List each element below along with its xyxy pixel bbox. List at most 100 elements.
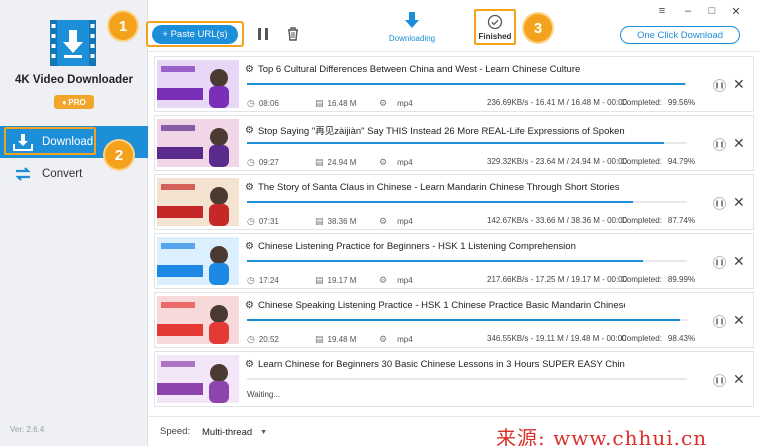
close-icon[interactable]: ✕ bbox=[733, 194, 745, 211]
close-icon[interactable]: ✕ bbox=[733, 371, 745, 388]
download-list: ⚙ Top 6 Cultural Differences Between Chi… bbox=[148, 52, 760, 416]
file-size-value: 38.36 M bbox=[327, 217, 357, 226]
diamond-icon: ♦ bbox=[62, 97, 67, 107]
download-speed: 217.66KB/s - 17.25 M / 19.17 M - 00:00 bbox=[487, 275, 628, 284]
completed-value: 94.79% bbox=[667, 157, 696, 166]
film-reel-icon: ⚙ bbox=[245, 64, 254, 75]
minimize-icon[interactable]: – bbox=[680, 3, 696, 19]
download-speed: 142.67KB/s - 33.66 M / 38.36 M - 00:00 bbox=[487, 216, 628, 225]
duration-value: 08:06 bbox=[258, 99, 279, 108]
sidebar: 4K Video Downloader ♦ PRO Download Conve… bbox=[0, 0, 148, 446]
close-icon[interactable]: ✕ bbox=[733, 253, 745, 270]
progress-bar bbox=[247, 319, 687, 321]
download-row[interactable]: ⚙ Stop Saying "再见zàijiàn" Say THIS Inste… bbox=[154, 115, 754, 171]
file-icon: ▤ bbox=[315, 216, 324, 226]
completed-value: 98.43% bbox=[667, 334, 696, 343]
video-title: Chinese Listening Practice for Beginners… bbox=[257, 241, 576, 252]
pause-icon[interactable]: ❚❚ bbox=[713, 197, 726, 210]
format-value: mp4 bbox=[397, 99, 413, 108]
close-window-icon[interactable]: ✕ bbox=[728, 3, 744, 19]
tab-finished-label: Finished bbox=[478, 32, 512, 41]
video-title-row: ⚙ Chinese Speaking Listening Practice - … bbox=[245, 300, 625, 311]
pro-label: PRO bbox=[68, 97, 86, 107]
format: ⚙ mp4 bbox=[379, 275, 413, 286]
film-reel-icon: ⚙ bbox=[245, 241, 254, 252]
format-value: mp4 bbox=[397, 158, 413, 167]
pause-icon[interactable]: ❚❚ bbox=[713, 315, 726, 328]
completed-value: 99.56% bbox=[667, 98, 696, 107]
download-row[interactable]: ⚙ The Story of Santa Claus in Chinese - … bbox=[154, 174, 754, 230]
progress-fill bbox=[247, 260, 643, 262]
downloading-arrow-icon bbox=[405, 12, 419, 28]
download-row[interactable]: ⚙ Learn Chinese for Beginners 30 Basic C… bbox=[154, 351, 754, 407]
download-row[interactable]: ⚙ Chinese Speaking Listening Practice - … bbox=[154, 292, 754, 348]
file-size: ▤ 16.48 M bbox=[315, 98, 356, 109]
callout-2: 2 bbox=[105, 141, 133, 169]
tab-finished[interactable]: Finished bbox=[474, 9, 516, 45]
app-version: Ver: 2.6.4 bbox=[10, 425, 45, 434]
video-thumbnail bbox=[157, 296, 239, 344]
status-text: Waiting... bbox=[247, 390, 281, 399]
progress-fill bbox=[247, 201, 634, 203]
maximize-icon[interactable]: □ bbox=[704, 3, 720, 19]
file-size-value: 19.48 M bbox=[327, 335, 357, 344]
download-row[interactable]: ⚙ Chinese Listening Practice for Beginne… bbox=[154, 233, 754, 289]
film-reel-icon: ⚙ bbox=[245, 359, 254, 370]
completed-label: Completed: bbox=[621, 334, 662, 343]
file-size: ▤ 38.36 M bbox=[315, 216, 356, 227]
download-row[interactable]: ⚙ Top 6 Cultural Differences Between Chi… bbox=[154, 56, 754, 112]
speed-label: Speed: bbox=[160, 426, 191, 437]
duration-value: 17:24 bbox=[258, 276, 279, 285]
film-reel-icon: ⚙ bbox=[379, 216, 388, 226]
pause-all-icon[interactable] bbox=[254, 25, 272, 43]
format-value: mp4 bbox=[397, 276, 413, 285]
pause-icon[interactable]: ❚❚ bbox=[713, 138, 726, 151]
video-title-row: ⚙ Learn Chinese for Beginners 30 Basic C… bbox=[245, 359, 625, 370]
video-title-row: ⚙ The Story of Santa Claus in Chinese - … bbox=[245, 182, 625, 193]
file-icon: ▤ bbox=[315, 334, 324, 344]
video-title: The Story of Santa Claus in Chinese - Le… bbox=[257, 182, 620, 193]
pause-icon[interactable]: ❚❚ bbox=[713, 256, 726, 269]
file-icon: ▤ bbox=[315, 275, 324, 285]
file-icon: ▤ bbox=[315, 98, 324, 108]
video-title: Stop Saying "再见zàijiàn" Say THIS Instead… bbox=[257, 126, 625, 137]
duration-value: 09:27 bbox=[258, 158, 279, 167]
file-size: ▤ 24.94 M bbox=[315, 157, 356, 168]
speed-select[interactable]: Multi-thread ▼ bbox=[198, 423, 282, 441]
film-reel-icon: ⚙ bbox=[245, 124, 254, 136]
film-reel-icon: ⚙ bbox=[379, 157, 388, 167]
duration: ◷ 17:24 bbox=[247, 275, 279, 286]
duration: ◷ 07:31 bbox=[247, 216, 279, 227]
video-thumbnail bbox=[157, 355, 239, 403]
video-title: Learn Chinese for Beginners 30 Basic Chi… bbox=[257, 359, 625, 370]
check-circle-icon bbox=[487, 14, 503, 30]
pause-icon[interactable]: ❚❚ bbox=[713, 79, 726, 92]
trash-icon[interactable] bbox=[284, 25, 302, 43]
format: ⚙ mp4 bbox=[379, 334, 413, 345]
pro-badge[interactable]: ♦ PRO bbox=[54, 95, 94, 109]
format-value: mp4 bbox=[397, 335, 413, 344]
close-icon[interactable]: ✕ bbox=[733, 312, 745, 329]
tab-downloading[interactable]: Downloading bbox=[380, 12, 444, 43]
paste-url-button[interactable]: + Paste URL(s) bbox=[152, 25, 238, 44]
file-size-value: 19.17 M bbox=[327, 276, 357, 285]
clock-icon: ◷ bbox=[247, 157, 255, 167]
completed-label: Completed: bbox=[621, 98, 662, 107]
video-thumbnail bbox=[157, 60, 239, 108]
close-icon[interactable]: ✕ bbox=[733, 76, 745, 93]
progress-bar bbox=[247, 83, 687, 85]
one-click-download-button[interactable]: One Click Download bbox=[620, 26, 740, 44]
progress-bar bbox=[247, 201, 687, 203]
menu-icon[interactable]: ≡ bbox=[654, 3, 670, 19]
completed-value: 87.74% bbox=[667, 216, 696, 225]
progress-fill bbox=[247, 83, 686, 85]
file-size: ▤ 19.48 M bbox=[315, 334, 356, 345]
pause-icon[interactable]: ❚❚ bbox=[713, 374, 726, 387]
file-size: ▤ 19.17 M bbox=[315, 275, 356, 286]
progress-fill bbox=[247, 319, 681, 321]
close-icon[interactable]: ✕ bbox=[733, 135, 745, 152]
film-reel-icon: ⚙ bbox=[245, 182, 254, 193]
sidebar-item-label: Convert bbox=[42, 168, 83, 180]
callout-3: 3 bbox=[524, 14, 552, 42]
file-icon: ▤ bbox=[315, 157, 324, 167]
